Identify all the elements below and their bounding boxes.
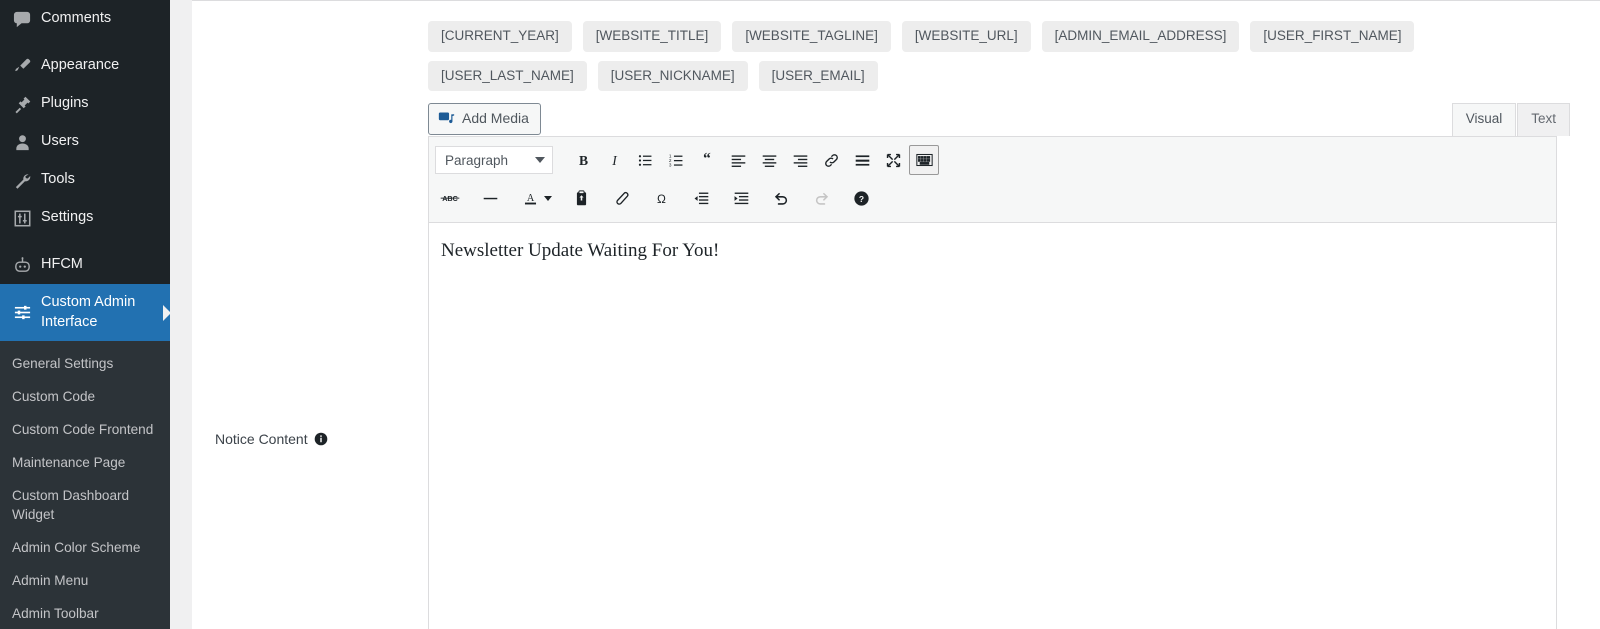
editor-mode-tabs: Visual Text bbox=[1451, 103, 1570, 136]
sidebar-subitem-general-settings[interactable]: General Settings bbox=[0, 347, 170, 380]
sliders-box-icon bbox=[12, 208, 32, 228]
chevron-down-icon[interactable] bbox=[544, 195, 552, 201]
user-icon bbox=[12, 132, 32, 152]
strikethrough-icon[interactable]: ABC bbox=[435, 183, 465, 213]
admin-sidebar: Comments Appearance Plugins Users Tools … bbox=[0, 0, 170, 629]
add-media-label: Add Media bbox=[462, 110, 529, 127]
placeholder-tag[interactable]: [USER_EMAIL] bbox=[758, 60, 878, 92]
redo-icon[interactable] bbox=[806, 183, 836, 213]
tab-text[interactable]: Text bbox=[1517, 103, 1570, 136]
svg-text:“: “ bbox=[703, 151, 711, 168]
bold-icon[interactable]: B bbox=[568, 145, 598, 175]
sidebar-item-users[interactable]: Users bbox=[0, 123, 170, 161]
numbered-list-icon[interactable]: 123 bbox=[661, 145, 691, 175]
comments-icon bbox=[12, 9, 32, 29]
svg-text:3: 3 bbox=[668, 162, 671, 167]
editor-toolbar-row-2: ABC A Ω ? bbox=[429, 179, 1556, 222]
decrease-indent-icon[interactable] bbox=[686, 183, 716, 213]
special-character-icon[interactable]: Ω bbox=[646, 183, 676, 213]
sidebar-item-label: Users bbox=[41, 133, 79, 150]
add-media-button[interactable]: Add Media bbox=[428, 103, 541, 135]
horizontal-line-icon[interactable] bbox=[475, 183, 505, 213]
italic-icon[interactable]: I bbox=[599, 145, 629, 175]
wysiwyg-editor: Paragraph B I 123 “ ABC A Ω ? Newsletter… bbox=[428, 136, 1557, 629]
sliders-icon bbox=[12, 303, 32, 323]
link-icon[interactable] bbox=[816, 145, 846, 175]
align-center-icon[interactable] bbox=[754, 145, 784, 175]
placeholder-tag[interactable]: [USER_FIRST_NAME] bbox=[1250, 21, 1415, 52]
info-icon[interactable] bbox=[314, 432, 328, 446]
editor-top-row: Add Media Visual Text bbox=[428, 103, 1570, 136]
sidebar-item-comments[interactable]: Comments bbox=[0, 0, 170, 38]
admin-page: Comments Appearance Plugins Users Tools … bbox=[0, 0, 1600, 629]
bulleted-list-icon[interactable] bbox=[630, 145, 660, 175]
sidebar-item-label: Plugins bbox=[41, 95, 89, 112]
wrench-icon bbox=[12, 170, 32, 190]
paste-as-text-icon[interactable] bbox=[566, 183, 596, 213]
sidebar-subitem-admin-menu[interactable]: Admin Menu bbox=[0, 564, 170, 597]
plug-icon bbox=[12, 94, 32, 114]
sidebar-item-label: Comments bbox=[41, 10, 112, 27]
sidebar-item-plugins[interactable]: Plugins bbox=[0, 85, 170, 123]
svg-text:B: B bbox=[578, 152, 587, 167]
sidebar-item-label: HFCM bbox=[41, 256, 83, 273]
svg-text:?: ? bbox=[858, 194, 863, 204]
align-left-icon[interactable] bbox=[723, 145, 753, 175]
sidebar-subitem-custom-dashboard-widget[interactable]: Custom Dashboard Widget bbox=[0, 479, 170, 531]
paragraph-format-value: Paragraph bbox=[445, 152, 509, 168]
placeholder-tag[interactable]: [WEBSITE_TITLE] bbox=[582, 21, 722, 52]
fullscreen-icon[interactable] bbox=[878, 145, 908, 175]
page-field-label: Notice Content bbox=[215, 431, 308, 447]
sidebar-item-appearance[interactable]: Appearance bbox=[0, 47, 170, 85]
sidebar-item-label: Tools bbox=[41, 171, 75, 188]
editor-toolbar-row-1: Paragraph B I 123 “ bbox=[429, 137, 1556, 179]
robot-icon bbox=[12, 255, 32, 275]
placeholder-tag[interactable]: [CURRENT_YEAR] bbox=[428, 21, 572, 52]
sidebar-item-label: Settings bbox=[41, 209, 94, 226]
sidebar-submenu: General Settings Custom Code Custom Code… bbox=[0, 341, 170, 629]
svg-text:I: I bbox=[611, 152, 618, 167]
sidebar-item-label: Custom Admin Interface bbox=[41, 294, 136, 330]
chevron-down-icon bbox=[535, 157, 545, 164]
paintbrush-icon bbox=[12, 56, 32, 76]
placeholder-tag[interactable]: [WEBSITE_URL] bbox=[901, 21, 1031, 52]
toolbar-toggle-icon[interactable] bbox=[909, 145, 939, 176]
clear-formatting-icon[interactable] bbox=[606, 183, 636, 213]
sidebar-subitem-custom-code[interactable]: Custom Code bbox=[0, 380, 170, 413]
placeholder-tag-list: [CURRENT_YEAR] [WEBSITE_TITLE] [WEBSITE_… bbox=[428, 21, 1538, 92]
svg-text:A: A bbox=[526, 193, 534, 204]
sidebar-subitem-maintenance-page[interactable]: Maintenance Page bbox=[0, 446, 170, 479]
notice-content-field: [CURRENT_YEAR] [WEBSITE_TITLE] [WEBSITE_… bbox=[428, 21, 1570, 629]
undo-icon[interactable] bbox=[766, 183, 796, 213]
increase-indent-icon[interactable] bbox=[726, 183, 756, 213]
placeholder-tag[interactable]: [USER_LAST_NAME] bbox=[428, 60, 587, 92]
main-region: Notice Content [CURRENT_YEAR] [WEBSITE_T… bbox=[170, 0, 1600, 629]
text-color-icon[interactable]: A bbox=[515, 183, 545, 213]
paragraph-format-select[interactable]: Paragraph bbox=[435, 146, 553, 175]
read-more-icon[interactable] bbox=[847, 145, 877, 175]
sidebar-subitem-admin-color-scheme[interactable]: Admin Color Scheme bbox=[0, 531, 170, 564]
sidebar-item-custom-admin-interface[interactable]: Custom Admin Interface bbox=[0, 284, 170, 342]
sidebar-subitem-custom-code-frontend[interactable]: Custom Code Frontend bbox=[0, 413, 170, 446]
blockquote-icon[interactable]: “ bbox=[692, 145, 722, 175]
tab-visual[interactable]: Visual bbox=[1451, 103, 1517, 136]
media-icon bbox=[438, 110, 455, 127]
sidebar-item-tools[interactable]: Tools bbox=[0, 161, 170, 199]
sidebar-divider bbox=[0, 237, 170, 246]
editor-content-area[interactable]: Newsletter Update Waiting For You! bbox=[429, 222, 1556, 629]
notice-content-label-row: Notice Content bbox=[215, 431, 395, 447]
sidebar-item-hfcm[interactable]: HFCM bbox=[0, 246, 170, 284]
sidebar-subitem-admin-toolbar[interactable]: Admin Toolbar bbox=[0, 597, 170, 629]
settings-panel: Notice Content [CURRENT_YEAR] [WEBSITE_T… bbox=[192, 0, 1600, 629]
placeholder-tag[interactable]: [ADMIN_EMAIL_ADDRESS] bbox=[1041, 21, 1240, 52]
align-right-icon[interactable] bbox=[785, 145, 815, 175]
svg-text:Ω: Ω bbox=[657, 191, 666, 205]
sidebar-item-label: Appearance bbox=[41, 57, 120, 74]
sidebar-divider bbox=[0, 38, 170, 47]
placeholder-tag[interactable]: [WEBSITE_TAGLINE] bbox=[732, 21, 891, 52]
editor-content-text[interactable]: Newsletter Update Waiting For You! bbox=[441, 237, 1544, 266]
sidebar-item-settings[interactable]: Settings bbox=[0, 199, 170, 237]
placeholder-tag[interactable]: [USER_NICKNAME] bbox=[597, 60, 748, 92]
keyboard-shortcuts-icon[interactable]: ? bbox=[846, 183, 876, 213]
